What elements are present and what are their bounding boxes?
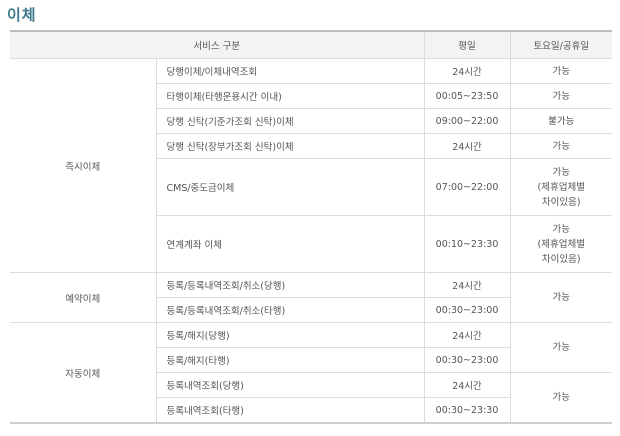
service-cell: 당행 신탁(기준가조회 신탁)이체	[155, 108, 425, 134]
service-cell: 연계계좌 이체	[155, 215, 425, 273]
weekend-line: (제휴업체별	[537, 181, 585, 193]
service-cell: 등록/등록내역조회/취소(당행)	[155, 272, 425, 298]
header-service-type: 서비스 구분	[10, 30, 425, 59]
weekend-line: 차이있음)	[541, 253, 581, 265]
weekday-hours: 24시간	[423, 58, 511, 84]
service-cell: 등록/해지(당행)	[155, 322, 425, 348]
transfer-hours-table: 서비스 구분 평일 토요일/공휴일 즉시이체 당행이체/이체내역조회 24시간 …	[10, 30, 613, 424]
weekday-hours: 07:00~22:00	[423, 158, 511, 216]
weekday-hours: 24시간	[423, 133, 511, 159]
header-weekend-holiday: 토요일/공휴일	[509, 30, 613, 59]
weekday-hours: 09:00~22:00	[423, 108, 511, 134]
weekend-availability: 가능	[509, 322, 613, 373]
weekend-line: 차이있음)	[541, 196, 581, 208]
weekend-availability: 불가능	[509, 108, 613, 134]
service-cell: 등록내역조회(당행)	[155, 372, 425, 398]
service-cell: 등록/등록내역조회/취소(타행)	[155, 297, 425, 323]
weekend-line: 가능	[552, 166, 570, 178]
service-cell: CMS/중도금이체	[155, 158, 425, 216]
weekend-availability: 가능	[509, 58, 613, 84]
service-cell: 등록/해지(타행)	[155, 347, 425, 373]
weekday-hours: 24시간	[423, 322, 511, 348]
weekday-hours: 00:30~23:00	[423, 297, 511, 323]
service-cell: 당행이체/이체내역조회	[155, 58, 425, 84]
weekend-availability: 가능 (제휴업체별 차이있음)	[509, 158, 613, 216]
weekend-availability: 가능 (제휴업체별 차이있음)	[509, 215, 613, 273]
service-cell: 타행이체(타행운용시간 이내)	[155, 83, 425, 109]
header-weekday: 평일	[423, 30, 511, 59]
weekend-line: (제휴업체별	[537, 238, 585, 250]
weekend-availability: 가능	[509, 133, 613, 159]
weekday-hours: 24시간	[423, 272, 511, 298]
table-row: 자동이체 등록/해지(당행) 24시간 가능	[10, 322, 613, 424]
weekday-hours: 24시간	[423, 372, 511, 398]
service-cell: 당행 신탁(장부가조회 신탁)이체	[155, 133, 425, 159]
service-cell: 등록내역조회(타행)	[155, 397, 425, 424]
group-instant-transfer: 즉시이체	[10, 58, 157, 273]
weekday-hours: 00:05~23:50	[423, 83, 511, 109]
weekend-availability: 가능	[509, 372, 613, 424]
weekday-hours: 00:30~23:30	[423, 397, 511, 424]
weekday-hours: 00:10~23:30	[423, 215, 511, 273]
weekend-availability: 가능	[509, 272, 613, 323]
page-title: 이체	[7, 6, 37, 24]
weekend-line: 가능	[552, 223, 570, 235]
group-auto-transfer: 자동이체	[10, 322, 157, 424]
weekend-availability: 가능	[509, 83, 613, 109]
weekday-hours: 00:30~23:00	[423, 347, 511, 373]
table-row: 예약이체 등록/등록내역조회/취소(당행) 24시간 가능	[10, 272, 613, 323]
group-scheduled-transfer: 예약이체	[10, 272, 157, 323]
table-row: 즉시이체 당행이체/이체내역조회 24시간 가능	[10, 58, 613, 273]
